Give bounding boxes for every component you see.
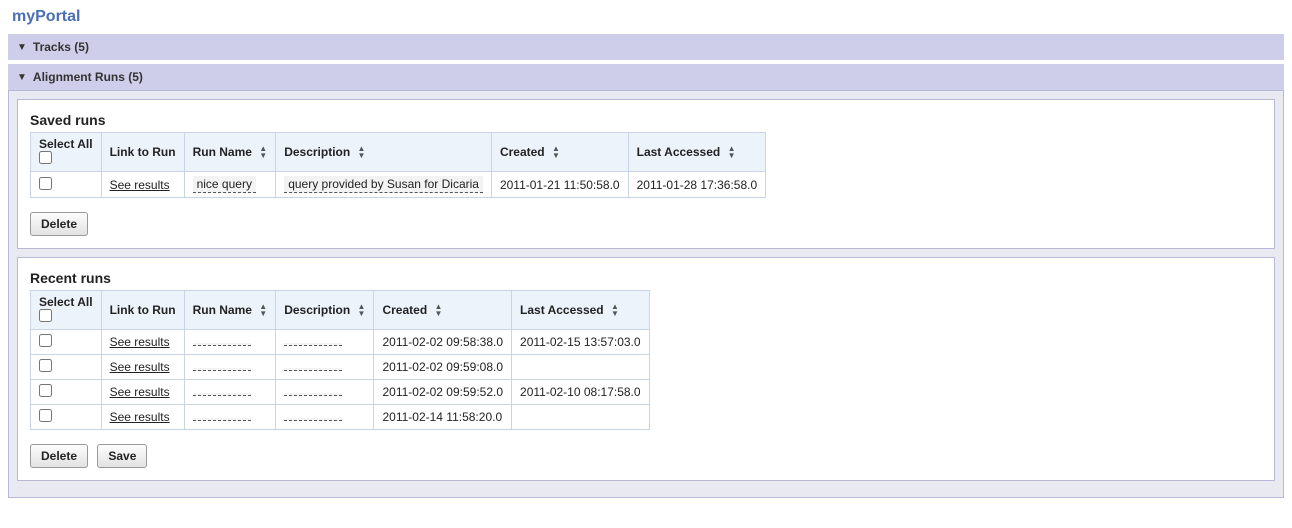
- tracks-panel: ▼ Tracks (5): [8, 34, 1284, 60]
- sort-icon: ▲▼: [358, 304, 366, 317]
- page-title: myPortal: [12, 8, 1284, 26]
- saved-runs-table: Select All Link to Run Run Name ▲▼ Descr…: [30, 132, 766, 198]
- see-results-link[interactable]: See results: [110, 410, 170, 424]
- collapse-icon: ▼: [17, 72, 27, 83]
- col-select-all: Select All: [31, 133, 102, 172]
- table-row: See results 2011-02-02 09:59:08.0: [31, 355, 650, 380]
- description-field[interactable]: [284, 393, 342, 396]
- run-name-field[interactable]: nice query: [193, 176, 256, 193]
- alignment-header-label: Alignment Runs (5): [33, 70, 143, 84]
- see-results-link[interactable]: See results: [110, 178, 170, 192]
- col-description[interactable]: Description ▲▼: [276, 133, 492, 172]
- col-last-accessed-label: Last Accessed: [637, 145, 721, 159]
- col-last-accessed-label: Last Accessed: [520, 303, 604, 317]
- sort-icon: ▲▼: [435, 304, 443, 317]
- last-accessed-cell: 2011-02-10 08:17:58.0: [512, 380, 650, 405]
- select-all-label: Select All: [39, 137, 93, 151]
- sort-icon: ▲▼: [259, 146, 267, 159]
- col-select-all: Select All: [31, 291, 102, 330]
- sort-icon: ▲▼: [728, 146, 736, 159]
- col-created[interactable]: Created ▲▼: [374, 291, 512, 330]
- row-checkbox[interactable]: [39, 359, 52, 372]
- col-run-name-label: Run Name: [193, 303, 252, 317]
- see-results-link[interactable]: See results: [110, 360, 170, 374]
- delete-button[interactable]: Delete: [30, 212, 88, 236]
- created-cell: 2011-02-14 11:58:20.0: [374, 405, 512, 430]
- alignment-panel: ▼ Alignment Runs (5) Saved runs Select A…: [8, 64, 1284, 498]
- run-name-field[interactable]: [193, 368, 251, 371]
- see-results-link[interactable]: See results: [110, 385, 170, 399]
- last-accessed-cell: [512, 355, 650, 380]
- last-accessed-cell: 2011-01-28 17:36:58.0: [628, 172, 766, 198]
- last-accessed-cell: 2011-02-15 13:57:03.0: [512, 330, 650, 355]
- col-link: Link to Run: [101, 133, 184, 172]
- col-created-label: Created: [382, 303, 427, 317]
- select-all-checkbox[interactable]: [39, 151, 52, 164]
- collapse-icon: ▼: [17, 42, 27, 53]
- saved-runs-title: Saved runs: [30, 112, 1262, 128]
- recent-runs-panel: Recent runs Select All Link to Run Run N…: [17, 257, 1275, 481]
- description-field[interactable]: query provided by Susan for Dicaria: [284, 176, 483, 193]
- table-row: See results 2011-02-02 09:59:52.0 2011-0…: [31, 380, 650, 405]
- col-link: Link to Run: [101, 291, 184, 330]
- sort-icon: ▲▼: [259, 304, 267, 317]
- sort-icon: ▲▼: [611, 304, 619, 317]
- table-row: See results 2011-02-02 09:58:38.0 2011-0…: [31, 330, 650, 355]
- col-last-accessed[interactable]: Last Accessed ▲▼: [628, 133, 766, 172]
- col-created-label: Created: [500, 145, 545, 159]
- row-checkbox[interactable]: [39, 409, 52, 422]
- description-field[interactable]: [284, 343, 342, 346]
- created-cell: 2011-02-02 09:58:38.0: [374, 330, 512, 355]
- created-cell: 2011-02-02 09:59:08.0: [374, 355, 512, 380]
- table-row: See results nice query query provided by…: [31, 172, 766, 198]
- description-field[interactable]: [284, 368, 342, 371]
- recent-runs-table: Select All Link to Run Run Name ▲▼ Descr…: [30, 290, 650, 430]
- row-checkbox[interactable]: [39, 334, 52, 347]
- alignment-body: Saved runs Select All Link to Run Run Na…: [8, 90, 1284, 498]
- col-created[interactable]: Created ▲▼: [491, 133, 628, 172]
- description-field[interactable]: [284, 418, 342, 421]
- delete-button[interactable]: Delete: [30, 444, 88, 468]
- row-checkbox[interactable]: [39, 177, 52, 190]
- col-description-label: Description: [284, 145, 350, 159]
- see-results-link[interactable]: See results: [110, 335, 170, 349]
- created-cell: 2011-01-21 11:50:58.0: [491, 172, 628, 198]
- save-button[interactable]: Save: [97, 444, 147, 468]
- col-description-label: Description: [284, 303, 350, 317]
- run-name-field[interactable]: [193, 343, 251, 346]
- sort-icon: ▲▼: [358, 146, 366, 159]
- alignment-header[interactable]: ▼ Alignment Runs (5): [8, 64, 1284, 90]
- saved-runs-panel: Saved runs Select All Link to Run Run Na…: [17, 99, 1275, 249]
- run-name-field[interactable]: [193, 418, 251, 421]
- col-last-accessed[interactable]: Last Accessed ▲▼: [512, 291, 650, 330]
- col-run-name[interactable]: Run Name ▲▼: [184, 133, 276, 172]
- select-all-checkbox[interactable]: [39, 309, 52, 322]
- tracks-header-label: Tracks (5): [33, 40, 89, 54]
- sort-icon: ▲▼: [552, 146, 560, 159]
- col-description[interactable]: Description ▲▼: [276, 291, 374, 330]
- run-name-field[interactable]: [193, 393, 251, 396]
- table-row: See results 2011-02-14 11:58:20.0: [31, 405, 650, 430]
- row-checkbox[interactable]: [39, 384, 52, 397]
- tracks-header[interactable]: ▼ Tracks (5): [8, 34, 1284, 60]
- col-run-name-label: Run Name: [193, 145, 252, 159]
- created-cell: 2011-02-02 09:59:52.0: [374, 380, 512, 405]
- last-accessed-cell: [512, 405, 650, 430]
- recent-runs-title: Recent runs: [30, 270, 1262, 286]
- select-all-label: Select All: [39, 295, 93, 309]
- col-run-name[interactable]: Run Name ▲▼: [184, 291, 276, 330]
